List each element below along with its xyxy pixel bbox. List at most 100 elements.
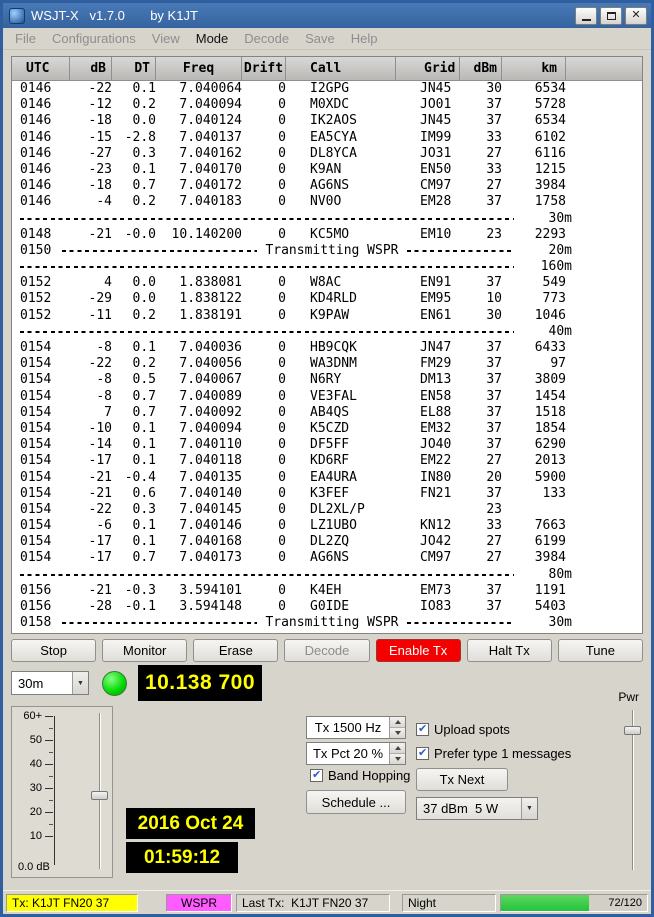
decode-row[interactable]: 0154-220.37.0401450DL2XL/P23: [12, 502, 642, 518]
decode-row[interactable]: 0154-100.17.0400940K5CZDEM32371854: [12, 421, 642, 437]
column-header-freq[interactable]: Freq: [156, 57, 242, 80]
close-button[interactable]: ✕: [625, 7, 647, 25]
menu-save[interactable]: Save: [297, 31, 343, 46]
decode-row[interactable]: 0154-170.17.0401180KD6RFEM22272013: [12, 453, 642, 469]
decode-button[interactable]: Decode: [284, 639, 369, 662]
tune-button[interactable]: Tune: [558, 639, 643, 662]
cell-dt: 0.6: [112, 486, 156, 502]
cell-call: HB9CQK: [286, 340, 396, 356]
decode-row[interactable]: 0156-28-0.13.5941480G0IDEIO83375403: [12, 599, 642, 615]
menu-decode[interactable]: Decode: [236, 31, 297, 46]
status-bar: Tx: K1JT FN20 37 WSPR Last Tx: K1JT FN20…: [3, 890, 651, 914]
column-header-drift[interactable]: Drift: [242, 57, 286, 80]
decode-row[interactable]: 0154-170.17.0401680DL2ZQJO42276199: [12, 534, 642, 550]
cell-dt: 0.3: [112, 146, 156, 162]
cell-drift: 0: [242, 130, 286, 146]
decode-row[interactable]: 0146-180.77.0401720AG6NSCM97273984: [12, 178, 642, 194]
cell-dbm: 37: [460, 486, 502, 502]
transmit-label: Transmitting WSPR: [265, 243, 398, 259]
band-select[interactable]: 30m ▼: [11, 671, 89, 695]
cell-drift: 0: [242, 146, 286, 162]
decode-row[interactable]: 0154-21-0.47.0401350EA4URAIN80205900: [12, 470, 642, 486]
erase-button[interactable]: Erase: [193, 639, 278, 662]
decode-row[interactable]: 0146-270.37.0401620DL8YCAJO31276116: [12, 146, 642, 162]
menu-mode[interactable]: Mode: [188, 31, 237, 46]
schedule-button[interactable]: Schedule ...: [306, 790, 406, 814]
slider-handle[interactable]: [624, 726, 641, 735]
cell-drift: 0: [242, 534, 286, 550]
decode-row[interactable]: 0154-80.77.0400890VE3FALEN58371454: [12, 389, 642, 405]
cell-km: 1518: [502, 405, 566, 421]
meter-axis: [54, 716, 55, 865]
stop-button[interactable]: Stop: [11, 639, 96, 662]
decode-row[interactable]: 0154-80.57.0400670N6RYDM13373809: [12, 372, 642, 388]
maximize-button[interactable]: [600, 7, 622, 25]
decode-row[interactable]: 0146-220.17.0400640I2GPGJN45306534: [12, 81, 642, 97]
meter-tick-minor: [49, 800, 53, 801]
slider-handle[interactable]: [91, 791, 108, 800]
decode-row[interactable]: 015470.77.0400920AB4QSEL88371518: [12, 405, 642, 421]
chevron-down-icon[interactable]: ▼: [521, 798, 537, 819]
power-select[interactable]: 37 dBm 5 W ▼: [416, 797, 538, 820]
cell-call: M0XDC: [286, 97, 396, 113]
prefer-type1-checkbox[interactable]: Prefer type 1 messages: [416, 746, 571, 761]
menu-file[interactable]: File: [7, 31, 44, 46]
decode-row[interactable]: 0146-180.07.0401240IK2AOSJN45376534: [12, 113, 642, 129]
menu-view[interactable]: View: [144, 31, 188, 46]
checkbox-icon[interactable]: [416, 747, 429, 760]
decode-row[interactable]: 0146-120.27.0400940M0XDCJO01375728: [12, 97, 642, 113]
column-header-db[interactable]: dB: [70, 57, 112, 80]
transmit-row: 0150Transmitting WSPR20m: [12, 243, 572, 259]
spin-up-icon[interactable]: [390, 717, 405, 727]
monitor-button[interactable]: Monitor: [102, 639, 187, 662]
enable-tx-button[interactable]: Enable Tx: [376, 639, 461, 662]
tx-pct-spinner[interactable]: Tx Pct 20 %: [306, 742, 406, 765]
decode-row[interactable]: 0154-170.77.0401730AG6NSCM97273984: [12, 550, 642, 566]
decode-row[interactable]: 0154-60.17.0401460LZ1UBOKN12337663: [12, 518, 642, 534]
band-hopping-checkbox[interactable]: Band Hopping: [310, 768, 410, 783]
chevron-down-icon[interactable]: ▼: [72, 672, 88, 694]
decode-row[interactable]: 0152-290.01.8381220KD4RLDEM9510773: [12, 291, 642, 307]
decode-row[interactable]: 0146-40.27.0401830NV0OEM28371758: [12, 194, 642, 210]
decode-row[interactable]: 015240.01.8380810W8ACEN9137549: [12, 275, 642, 291]
table-body[interactable]: 0146-220.17.0400640I2GPGJN453065340146-1…: [12, 81, 642, 633]
cell-dbm: 27: [460, 178, 502, 194]
checkbox-icon[interactable]: [416, 723, 429, 736]
title-bar[interactable]: WSJT-X v1.7.0 by K1JT ✕: [3, 3, 651, 28]
column-header-call[interactable]: Call: [286, 57, 396, 80]
pwr-slider[interactable]: [623, 708, 643, 872]
column-header-utc[interactable]: UTC: [20, 57, 70, 80]
minimize-button[interactable]: [575, 7, 597, 25]
decode-row[interactable]: 0146-230.17.0401700K9ANEN50331215: [12, 162, 642, 178]
decode-row[interactable]: 0154-220.27.0400560WA3DNMFM293797: [12, 356, 642, 372]
meter-scale-label: 40: [14, 759, 42, 770]
cell-call: AG6NS: [286, 550, 396, 566]
menu-configurations[interactable]: Configurations: [44, 31, 144, 46]
checkbox-icon[interactable]: [310, 769, 323, 782]
column-header-dt[interactable]: DT: [112, 57, 156, 80]
decode-row[interactable]: 0146-15-2.87.0401370EA5CYAIM99336102: [12, 130, 642, 146]
cell-drift: 0: [242, 372, 286, 388]
column-header-km[interactable]: km: [502, 57, 566, 80]
decode-row[interactable]: 0152-110.21.8381910K9PAWEN61301046: [12, 308, 642, 324]
decode-row[interactable]: 0154-140.17.0401100DF5FFJO40376290: [12, 437, 642, 453]
decode-row[interactable]: 0156-21-0.33.5941010K4EHEM73371191: [12, 583, 642, 599]
decode-row[interactable]: 0154-80.17.0400360HB9CQKJN47376433: [12, 340, 642, 356]
upload-spots-checkbox[interactable]: Upload spots: [416, 722, 510, 737]
cell-utc: 0152: [20, 275, 70, 291]
cell-utc: 0154: [20, 405, 70, 421]
meter-tick-minor: [49, 776, 53, 777]
gain-slider[interactable]: [90, 711, 110, 871]
decode-row[interactable]: 0148-21-0.010.1402000KC5MOEM10232293: [12, 227, 642, 243]
tx-next-button[interactable]: Tx Next: [416, 768, 508, 791]
menu-help[interactable]: Help: [343, 31, 386, 46]
column-header-dbm[interactable]: dBm: [460, 57, 502, 80]
column-header-grid[interactable]: Grid: [396, 57, 460, 80]
spin-down-icon[interactable]: [390, 727, 405, 738]
tx-freq-spinner[interactable]: Tx 1500 Hz: [306, 716, 406, 739]
decode-row[interactable]: 0154-210.67.0401400K3FEFFN2137133: [12, 486, 642, 502]
spin-down-icon[interactable]: [390, 753, 405, 764]
dash-line: [407, 622, 515, 624]
spin-up-icon[interactable]: [390, 743, 405, 753]
halt-tx-button[interactable]: Halt Tx: [467, 639, 552, 662]
